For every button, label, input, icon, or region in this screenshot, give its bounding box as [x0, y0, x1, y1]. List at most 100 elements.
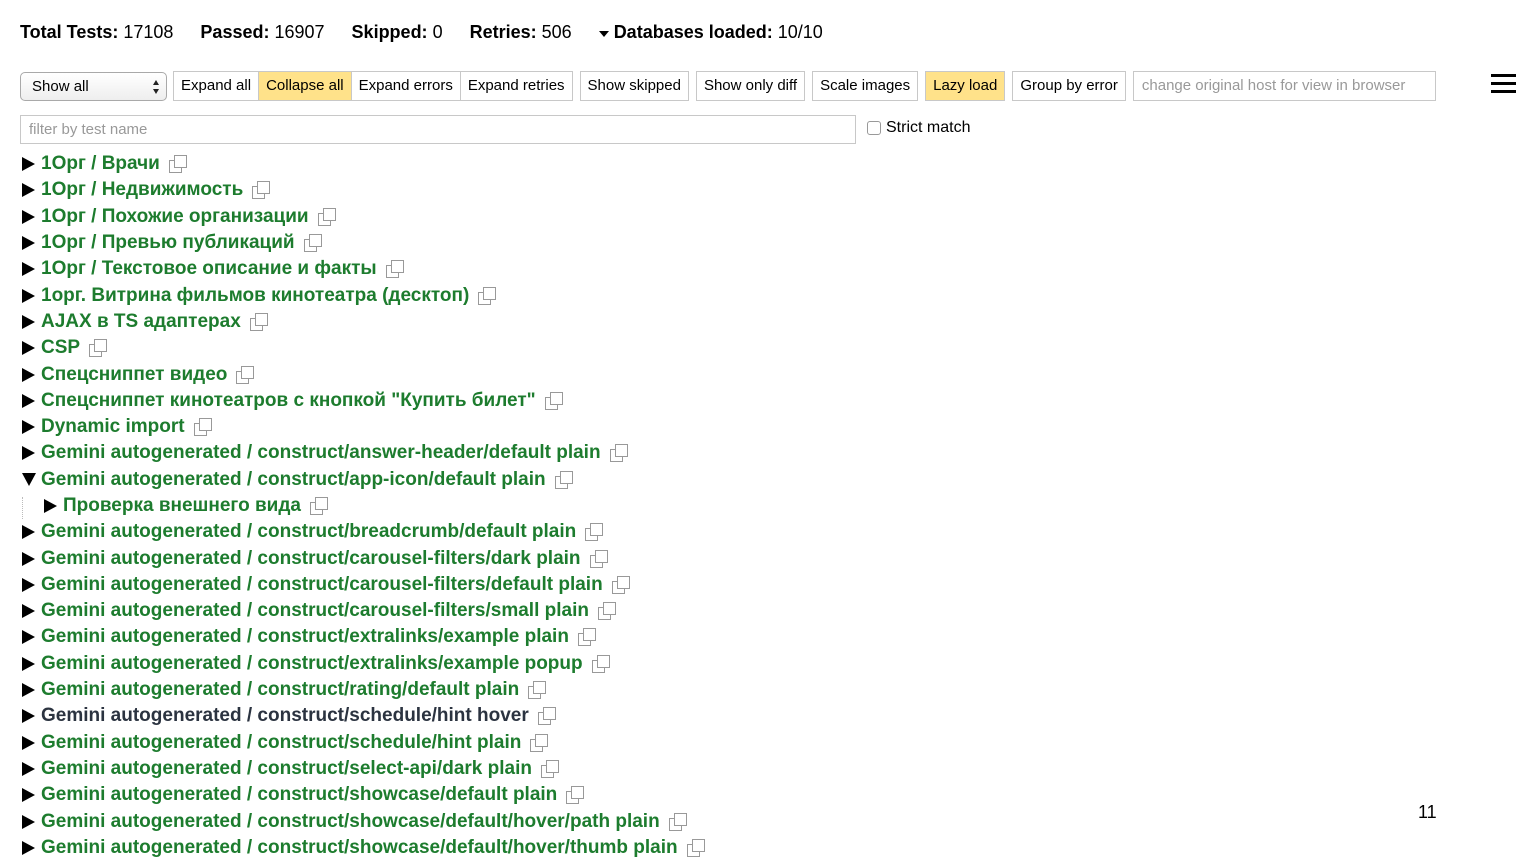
copy-icon[interactable] — [89, 339, 108, 358]
tree-row[interactable]: 1Орг / Врачи — [22, 151, 1402, 177]
tree-row[interactable]: Спецсниппет кинотеатров с кнопкой "Купит… — [22, 388, 1402, 414]
tree-row[interactable]: Dynamic import — [22, 414, 1402, 440]
suite-title[interactable]: AJAX в TS адаптерах — [41, 311, 241, 333]
suite-title[interactable]: Gemini autogenerated / construct/showcas… — [41, 837, 678, 859]
copy-icon[interactable] — [303, 234, 322, 253]
show-only-diff-button[interactable]: Show only diff — [695, 71, 806, 101]
expand-arrow-icon[interactable] — [22, 709, 35, 724]
suite-title[interactable]: Gemini autogenerated / construct/rating/… — [41, 679, 519, 701]
expand-arrow-icon[interactable] — [22, 656, 35, 671]
tree-row[interactable]: Gemini autogenerated / construct/breadcr… — [22, 519, 1402, 545]
copy-icon[interactable] — [591, 654, 610, 673]
tree-row[interactable]: Gemini autogenerated / construct/carouse… — [22, 545, 1402, 571]
suite-title[interactable]: CSP — [41, 337, 80, 359]
copy-icon[interactable] — [540, 759, 559, 778]
suite-title[interactable]: 1Орг / Превью публикаций — [41, 232, 295, 254]
copy-icon[interactable] — [317, 207, 336, 226]
copy-icon[interactable] — [478, 286, 497, 305]
tree-row[interactable]: Gemini autogenerated / construct/showcas… — [22, 835, 1402, 861]
suite-title[interactable]: 1Орг / Врачи — [41, 153, 160, 175]
suite-title[interactable]: Спецсниппет видео — [41, 364, 227, 386]
collapse-arrow-icon[interactable] — [22, 473, 36, 487]
group-by-error-button[interactable]: Group by error — [1012, 71, 1126, 101]
suite-title[interactable]: 1Орг / Похожие организации — [41, 206, 309, 228]
test-title[interactable]: Проверка внешнего вида — [63, 495, 301, 517]
tree-row-expanded[interactable]: Gemini autogenerated / construct/app-ico… — [22, 467, 1402, 493]
expand-arrow-icon[interactable] — [22, 814, 35, 829]
strict-match-checkbox[interactable] — [867, 121, 881, 135]
copy-icon[interactable] — [236, 365, 255, 384]
suite-title[interactable]: Dynamic import — [41, 416, 185, 438]
copy-icon[interactable] — [168, 155, 187, 174]
suite-title[interactable]: Gemini autogenerated / construct/carouse… — [41, 574, 603, 596]
copy-icon[interactable] — [193, 418, 212, 437]
expand-arrow-icon[interactable] — [22, 420, 35, 435]
tree-row[interactable]: Gemini autogenerated / construct/rating/… — [22, 677, 1402, 703]
expand-arrow-icon[interactable] — [22, 367, 35, 382]
suite-title[interactable]: Gemini autogenerated / construct/schedul… — [41, 705, 529, 727]
tree-row[interactable]: Gemini autogenerated / construct/extrali… — [22, 624, 1402, 650]
lazy-load-button[interactable]: Lazy load — [925, 71, 1006, 101]
tree-row[interactable]: 1Орг / Похожие организации — [22, 204, 1402, 230]
copy-icon[interactable] — [585, 523, 604, 542]
copy-icon[interactable] — [309, 497, 328, 515]
expand-arrow-icon[interactable] — [22, 157, 35, 172]
tree-row[interactable]: 1Орг / Текстовое описание и факты — [22, 256, 1402, 282]
suite-title[interactable]: Gemini autogenerated / construct/showcas… — [41, 784, 557, 806]
tree-row[interactable]: 1Орг / Превью публикаций — [22, 230, 1402, 256]
hamburger-menu-icon[interactable] — [1491, 74, 1516, 94]
expand-arrow-icon[interactable] — [22, 604, 35, 619]
expand-arrow-icon[interactable] — [22, 551, 35, 566]
expand-arrow-icon[interactable] — [22, 262, 35, 277]
suite-title[interactable]: Gemini autogenerated / construct/breadcr… — [41, 521, 576, 543]
suite-title[interactable]: 1Орг / Текстовое описание и факты — [41, 258, 377, 280]
tree-row[interactable]: CSP — [22, 335, 1402, 361]
suite-title[interactable]: 1Орг / Недвижимость — [41, 179, 243, 201]
copy-icon[interactable] — [249, 312, 268, 331]
suite-title[interactable]: Gemini autogenerated / construct/answer-… — [41, 442, 601, 464]
expand-arrow-icon[interactable] — [22, 236, 35, 251]
databases-loaded-toggle[interactable]: Databases loaded: 10/10 — [598, 22, 823, 43]
copy-icon[interactable] — [530, 733, 549, 752]
suite-title[interactable]: Gemini autogenerated / construct/extrali… — [41, 626, 569, 648]
suite-title[interactable]: 1орг. Витрина фильмов кинотеатра (дескто… — [41, 285, 469, 307]
test-name-filter-input[interactable]: filter by test name — [20, 115, 856, 144]
copy-icon[interactable] — [597, 602, 616, 621]
expand-arrow-icon[interactable] — [22, 683, 35, 698]
expand-arrow-icon[interactable] — [22, 788, 35, 803]
expand-arrow-icon[interactable] — [22, 761, 35, 776]
scale-images-button[interactable]: Scale images — [812, 71, 919, 101]
suite-title[interactable]: Gemini autogenerated / construct/select-… — [41, 758, 532, 780]
suite-title[interactable]: Gemini autogenerated / construct/carouse… — [41, 548, 581, 570]
tree-row[interactable]: 1орг. Витрина фильмов кинотеатра (дескто… — [22, 282, 1402, 308]
copy-icon[interactable] — [252, 181, 271, 200]
tree-row[interactable]: Спецсниппет видео — [22, 361, 1402, 387]
tree-row[interactable]: AJAX в TS адаптерах — [22, 309, 1402, 335]
copy-icon[interactable] — [566, 786, 585, 805]
expand-arrow-icon[interactable] — [22, 577, 35, 592]
expand-arrow-icon[interactable] — [22, 525, 35, 540]
tree-row[interactable]: Gemini autogenerated / construct/showcas… — [22, 808, 1402, 834]
suite-title[interactable]: Gemini autogenerated / construct/schedul… — [41, 732, 521, 754]
expand-arrow-icon[interactable] — [44, 499, 57, 513]
expand-arrow-icon[interactable] — [22, 446, 35, 461]
copy-icon[interactable] — [544, 391, 563, 410]
suite-title[interactable]: Gemini autogenerated / construct/extrali… — [41, 653, 583, 675]
expand-arrow-icon[interactable] — [22, 183, 35, 198]
expand-retries-button[interactable]: Expand retries — [459, 71, 573, 101]
tree-child-row[interactable]: Проверка внешнего вида — [22, 493, 1402, 520]
expand-arrow-icon[interactable] — [22, 630, 35, 645]
expand-arrow-icon[interactable] — [22, 735, 35, 750]
tree-row[interactable]: Gemini autogenerated / construct/showcas… — [22, 782, 1402, 808]
show-skipped-button[interactable]: Show skipped — [579, 71, 689, 101]
copy-icon[interactable] — [589, 549, 608, 568]
suite-title[interactable]: Спецсниппет кинотеатров с кнопкой "Купит… — [41, 390, 536, 412]
tree-row[interactable]: Gemini autogenerated / construct/extrali… — [22, 651, 1402, 677]
copy-icon[interactable] — [385, 260, 404, 279]
suite-title[interactable]: Gemini autogenerated / construct/carouse… — [41, 600, 589, 622]
copy-icon[interactable] — [577, 628, 596, 647]
copy-icon[interactable] — [686, 838, 705, 857]
tree-row[interactable]: Gemini autogenerated / construct/answer-… — [22, 440, 1402, 466]
suite-title[interactable]: Gemini autogenerated / construct/showcas… — [41, 811, 660, 833]
expand-arrow-icon[interactable] — [22, 840, 35, 855]
